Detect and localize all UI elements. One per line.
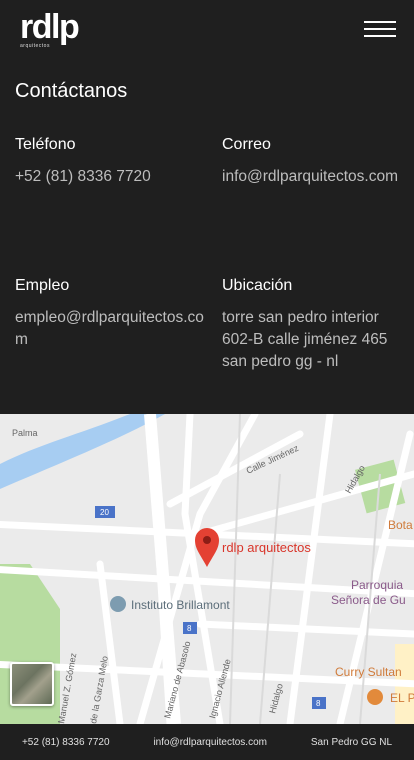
jobs-value[interactable]: empleo@rdlparquitectos.com <box>15 307 205 351</box>
place-senora: Señora de Gu <box>331 593 406 607</box>
footer-city: San Pedro GG NL <box>310 736 393 748</box>
page-title: Contáctanos <box>15 80 128 102</box>
jobs-block: Empleo empleo@rdlparquitectos.com <box>15 277 205 351</box>
logo-text: rdlp <box>20 8 80 46</box>
phone-value[interactable]: +52 (81) 8336 7720 <box>15 166 205 188</box>
place-parroquia: Parroquia <box>351 578 403 592</box>
email-block: Correo info@rdlparquitectos.com <box>222 136 412 188</box>
footer-email[interactable]: info@rdlparquitectos.com <box>153 737 267 748</box>
place-curry: Curry Sultan <box>335 665 402 679</box>
phone-block: Teléfono +52 (81) 8336 7720 <box>15 136 205 188</box>
footer: +52 (81) 8336 7720 info@rdlparquitectos.… <box>0 724 414 760</box>
route-shield-8b: 8 <box>316 699 321 708</box>
google-map[interactable]: 20 8 8 Palma Calle Jiménez Hidalgo Maria… <box>0 414 414 724</box>
place-bota: Bota <box>388 518 413 532</box>
jobs-label: Empleo <box>15 277 70 294</box>
street-palma: Palma <box>12 428 38 438</box>
satellite-view-thumbnail[interactable] <box>10 662 54 706</box>
location-label: Ubicación <box>222 277 293 294</box>
place-instituto: Instituto Brillamont <box>131 598 230 612</box>
footer-phone[interactable]: +52 (81) 8336 7720 <box>22 737 110 748</box>
email-label: Correo <box>222 136 271 153</box>
hamburger-menu-icon[interactable] <box>364 20 396 38</box>
phone-label: Teléfono <box>15 136 76 153</box>
place-el-p: EL P <box>390 691 414 705</box>
route-shield-8a: 8 <box>187 624 192 633</box>
location-value: torre san pedro interior 602-B calle jim… <box>222 309 388 370</box>
site-header: rdlp arquitectos <box>0 0 414 60</box>
logo[interactable]: rdlp arquitectos <box>20 8 80 49</box>
location-block: Ubicación torre san pedro interior 602-B… <box>222 277 402 373</box>
route-shield-20: 20 <box>100 508 109 517</box>
pin-label: rdlp arquitectos <box>222 540 311 555</box>
email-value[interactable]: info@rdlparquitectos.com <box>222 166 412 188</box>
